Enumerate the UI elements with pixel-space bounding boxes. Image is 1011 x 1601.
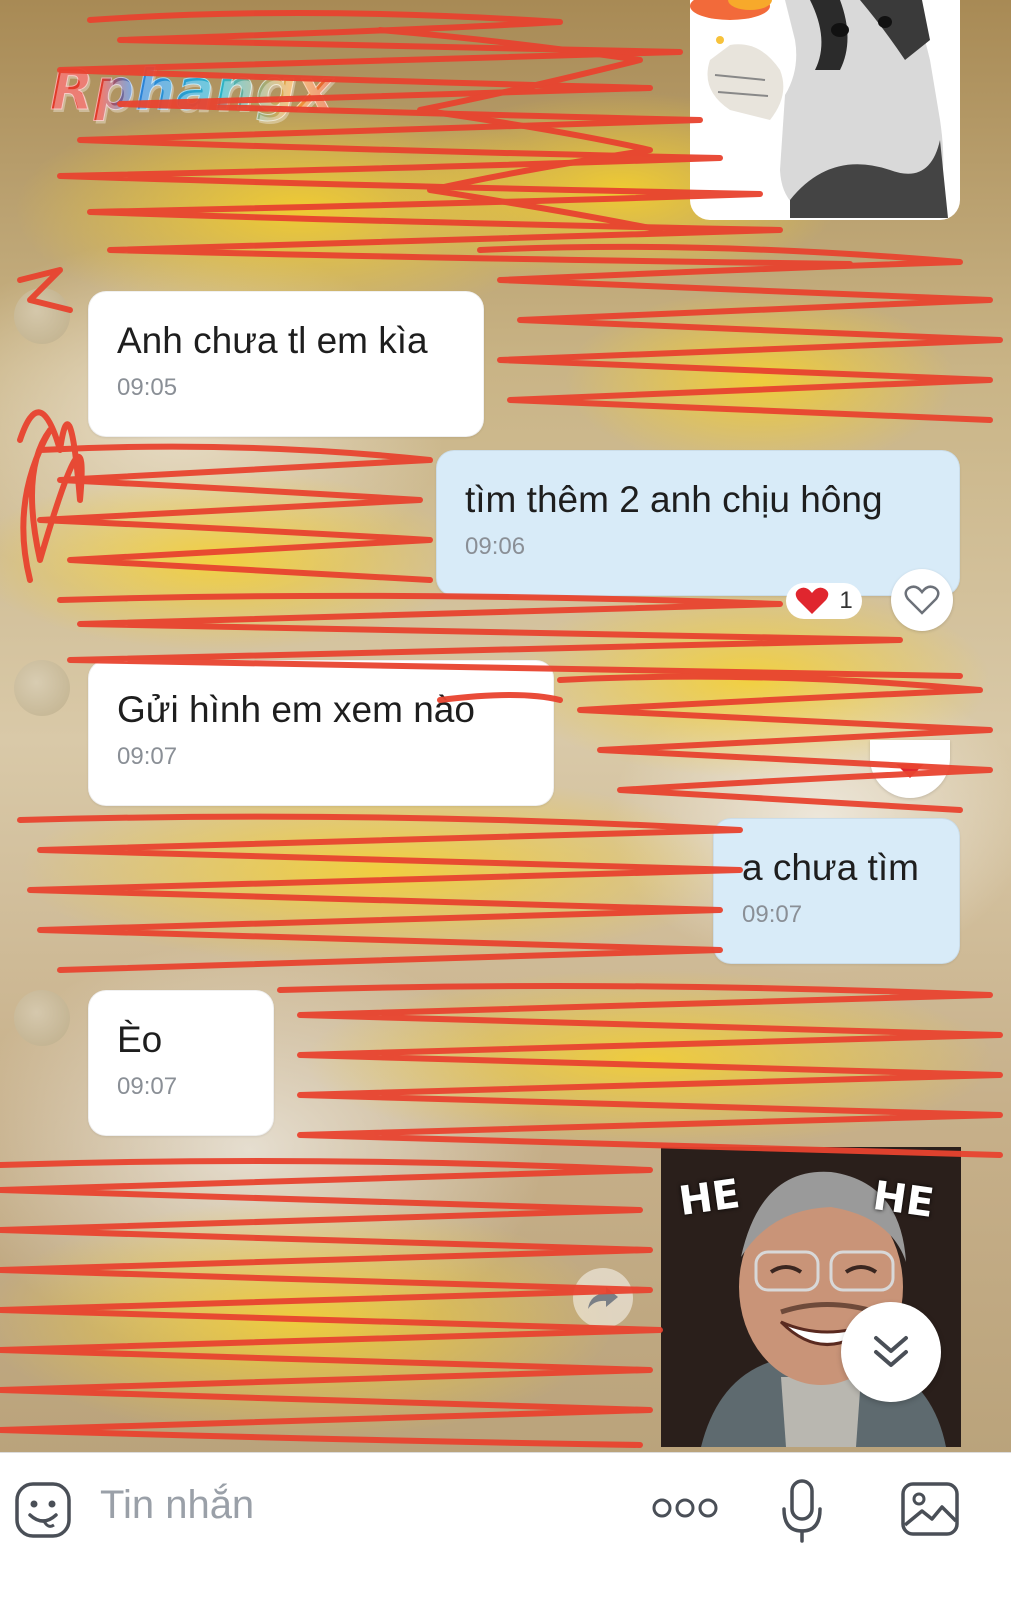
message-input-bar: Tin nhắn <box>0 1452 1011 1601</box>
message-time: 09:06 <box>465 533 526 560</box>
heart-icon <box>896 764 924 778</box>
message-text: tìm thêm 2 anh chịu hông <box>465 479 883 520</box>
message-time: 09:07 <box>742 901 803 928</box>
message-time: 09:07 <box>117 743 178 770</box>
react-heart-button[interactable] <box>891 569 953 631</box>
reaction-badge[interactable]: 1 <box>786 583 862 619</box>
message-bubble-incoming[interactable]: Anh chưa tl em kìa 09:05 <box>88 291 484 437</box>
message-text: Gửi hình em xem nào <box>117 689 475 730</box>
heart-icon <box>796 587 829 614</box>
send-image-button[interactable] <box>900 1481 960 1537</box>
watermark-logo: Rphangx <box>50 58 334 124</box>
more-dots-icon <box>652 1498 718 1518</box>
voice-message-button[interactable] <box>778 1477 826 1547</box>
emoji-smile-icon <box>15 1482 71 1538</box>
message-bubble-outgoing[interactable]: a chưa tìm 09:07 <box>713 818 960 964</box>
message-input[interactable]: Tin nhắn <box>100 1483 254 1528</box>
scroll-to-bottom-button[interactable] <box>841 1302 941 1402</box>
contact-avatar[interactable] <box>14 990 70 1046</box>
message-bubble-incoming[interactable]: Gửi hình em xem nào 09:07 <box>88 660 554 806</box>
message-text: Anh chưa tl em kìa <box>117 320 428 361</box>
message-text: Èo <box>117 1019 163 1060</box>
dog-sticker[interactable] <box>690 0 960 220</box>
message-text: a chưa tìm <box>742 847 919 888</box>
message-time: 09:05 <box>117 374 178 401</box>
emoji-button[interactable] <box>14 1481 72 1539</box>
forward-arrow-icon <box>588 1287 618 1309</box>
contact-avatar[interactable] <box>14 660 70 716</box>
message-bubble-incoming[interactable]: Èo 09:07 <box>88 990 274 1136</box>
heart-outline-icon <box>904 585 940 615</box>
sticker-caption: HE <box>870 1172 937 1228</box>
contact-avatar[interactable] <box>14 288 70 344</box>
message-time: 09:07 <box>117 1073 178 1100</box>
dog-illustration <box>690 0 948 218</box>
image-gallery-icon <box>901 1482 959 1536</box>
microphone-icon <box>782 1479 822 1543</box>
message-bubble-outgoing[interactable]: tìm thêm 2 anh chịu hông 09:06 <box>436 450 960 596</box>
laughing-man-sticker[interactable]: HE HE <box>661 1147 961 1447</box>
reaction-count: 1 <box>839 587 853 614</box>
double-chevron-down-icon <box>874 1336 908 1367</box>
sticker-caption: HE <box>676 1170 743 1226</box>
more-options-button[interactable] <box>652 1493 718 1523</box>
forward-button[interactable] <box>573 1268 633 1328</box>
